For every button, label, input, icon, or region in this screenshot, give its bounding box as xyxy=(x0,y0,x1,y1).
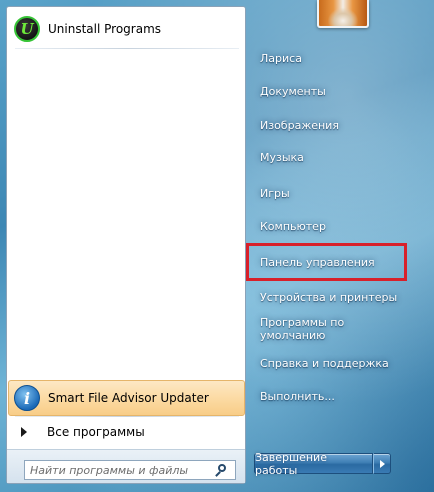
shutdown-button[interactable]: Завершение работы xyxy=(254,451,373,477)
right-item-help-support[interactable]: Справка и поддержка xyxy=(253,348,413,378)
all-programs-label: Все программы xyxy=(47,425,145,439)
start-menu-left-pane: U Uninstall Programs i Smart File Adviso… xyxy=(6,6,246,484)
search-input[interactable] xyxy=(25,461,210,479)
right-item-games[interactable]: Игры xyxy=(253,178,413,208)
right-item-pictures[interactable]: Изображения xyxy=(253,110,413,140)
all-programs-button[interactable]: Все программы xyxy=(13,417,241,447)
recent-item-label: Smart File Advisor Updater xyxy=(48,391,209,405)
info-icon: i xyxy=(14,385,40,411)
right-item-default-programs[interactable]: Программы по умолчанию xyxy=(253,314,413,344)
user-avatar[interactable] xyxy=(317,0,369,28)
right-item-devices-printers[interactable]: Устройства и принтеры xyxy=(253,282,413,312)
search-icon[interactable] xyxy=(214,463,228,477)
right-item-documents[interactable]: Документы xyxy=(253,76,413,106)
pinned-item-label: Uninstall Programs xyxy=(48,22,162,36)
search-box[interactable] xyxy=(24,460,236,480)
arrow-right-icon xyxy=(21,427,27,437)
search-area xyxy=(7,449,245,483)
iobit-uninstaller-icon: U xyxy=(14,16,40,42)
chevron-right-icon xyxy=(379,459,385,468)
pinned-separator xyxy=(15,48,239,49)
right-item-run[interactable]: Выполнить... xyxy=(253,381,413,411)
shutdown-options-button[interactable] xyxy=(373,453,391,474)
right-item-computer[interactable]: Компьютер xyxy=(253,211,413,241)
right-item-music[interactable]: Музыка xyxy=(253,142,413,172)
control-panel-highlight-box xyxy=(246,243,407,281)
shutdown-group: Завершение работы xyxy=(254,451,394,477)
recent-item-smart-file-advisor[interactable]: i Smart File Advisor Updater xyxy=(8,380,245,416)
right-item-user[interactable]: Лариса xyxy=(253,43,413,73)
pinned-item-uninstall-programs[interactable]: U Uninstall Programs xyxy=(9,11,243,47)
